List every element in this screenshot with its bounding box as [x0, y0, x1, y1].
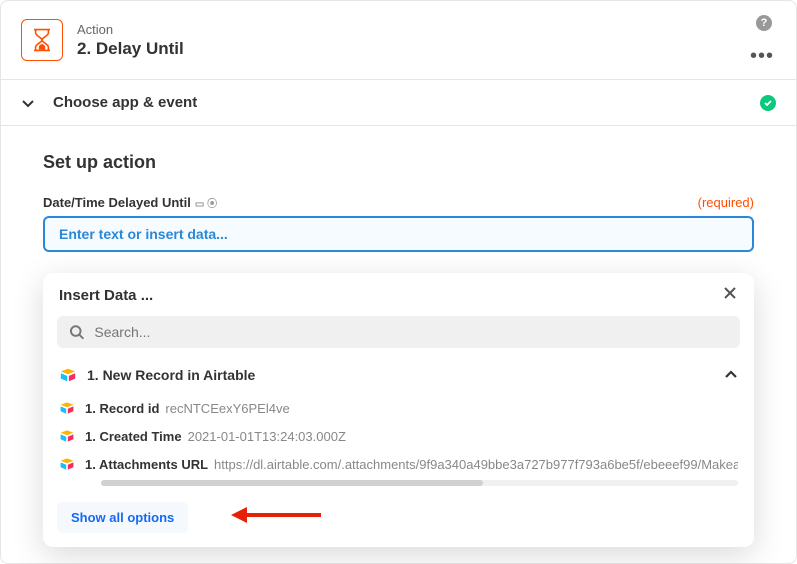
input-placeholder: Enter text or insert data...	[59, 226, 228, 242]
choose-app-event-section[interactable]: Choose app & event	[1, 80, 796, 126]
airtable-icon	[59, 366, 77, 384]
field-label: Date/Time Delayed Until ▭ ⦿	[43, 195, 217, 210]
chevron-down-icon	[21, 96, 35, 110]
field-info-icons: ▭ ⦿	[195, 195, 217, 210]
step-header: Action 2. Delay Until ? •••	[1, 1, 796, 80]
data-item-record-id[interactable]: 1. Record id recNTCEexY6PEl4ve	[43, 394, 754, 422]
hourglass-icon	[32, 28, 52, 52]
source-label: 1. New Record in Airtable	[87, 367, 724, 383]
completed-check-icon	[760, 95, 776, 111]
insert-data-panel: Insert Data ... 1. New Record in Airtabl…	[43, 273, 754, 547]
red-arrow-annotation	[231, 503, 321, 527]
horizontal-scrollbar[interactable]	[101, 480, 738, 486]
airtable-icon	[59, 428, 75, 444]
help-icon[interactable]: ?	[756, 15, 772, 31]
dropdown-title: Insert Data ...	[59, 287, 153, 304]
data-item-attachments-url[interactable]: 1. Attachments URL https://dl.airtable.c…	[43, 450, 754, 478]
step-type-label: Action	[77, 22, 776, 37]
delay-app-icon	[21, 19, 63, 61]
required-tag: (required)	[698, 195, 754, 210]
datetime-input[interactable]: Enter text or insert data...	[43, 216, 754, 252]
scrollbar-thumb[interactable]	[101, 480, 483, 486]
airtable-icon	[59, 400, 75, 416]
search-input[interactable]	[94, 324, 728, 340]
step-title: 2. Delay Until	[77, 39, 776, 59]
search-icon	[69, 324, 84, 340]
more-menu-icon[interactable]: •••	[750, 45, 774, 68]
setup-action-title: Set up action	[43, 152, 754, 173]
airtable-icon	[59, 456, 75, 472]
data-item-created-time[interactable]: 1. Created Time 2021-01-01T13:24:03.000Z	[43, 422, 754, 450]
show-all-options-button[interactable]: Show all options	[57, 502, 188, 533]
section-title: Choose app & event	[53, 94, 760, 111]
chevron-up-icon	[724, 368, 738, 382]
close-icon[interactable]	[722, 285, 738, 306]
data-source-row[interactable]: 1. New Record in Airtable	[43, 356, 754, 394]
search-box[interactable]	[57, 316, 740, 348]
